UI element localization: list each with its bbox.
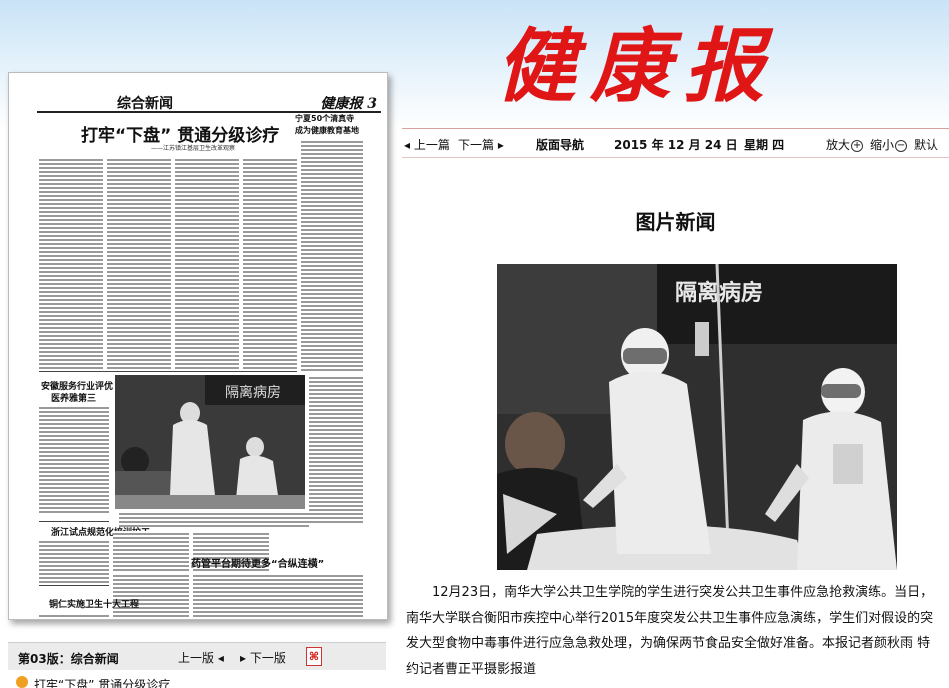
masthead-logo[interactable]: 健康报 (496, 14, 796, 118)
thumb-section-name: 综合新闻 (117, 96, 173, 112)
bullet-icon (16, 676, 28, 688)
thumb-text-block (113, 573, 189, 617)
thumb-text-block (175, 157, 239, 371)
prev-edition-link[interactable]: 上一版 ◂ (178, 649, 224, 666)
thumb-photo-sign: 隔离病房 (225, 384, 281, 401)
thumb-divider (39, 585, 109, 586)
page-nav-link[interactable]: 版面导航 (536, 136, 584, 153)
prev-article-link[interactable]: ◂ 上一篇 (404, 136, 450, 153)
thumb-divider (39, 371, 297, 372)
issue-date: 2015 年 12 月 24 日 (614, 138, 738, 152)
next-article-link[interactable]: 下一篇 ▸ (458, 136, 504, 153)
thumb-text-block (309, 375, 363, 525)
edition-bar: 第03版：综合新闻 上一版 ◂ ▸ 下一版 ⌘ (8, 642, 386, 670)
article-title: 图片新闻 (635, 210, 716, 234)
thumb-text-block (193, 573, 363, 617)
minus-circle-icon: − (895, 139, 908, 152)
thumb-sub-headline: ——江苏镇江基层卫生改革观察 (151, 145, 236, 152)
thumb-headline-ningxia-2[interactable]: 成为健康教育基地 (295, 125, 359, 136)
thumb-text-block (39, 539, 109, 583)
thumb-text-block (113, 531, 189, 571)
thumb-text-block (243, 157, 297, 371)
thumb-text-block (301, 139, 363, 371)
news-photo: 隔离病房 (497, 264, 897, 570)
photo-caption: 12月23日，南华大学公共卫生学院的学生进行突发公共卫生事件应急抢救演练。当日，… (406, 585, 934, 677)
list-item-title: 打牢“下盘” 贯通分级诊疗 (34, 678, 171, 688)
zoom-out-button[interactable]: 缩小 − (870, 136, 908, 153)
thumb-headline-anhui-2[interactable]: 医养雅第三 (51, 391, 96, 404)
thumb-text-block (39, 613, 109, 619)
thumb-headline-ningxia-1[interactable]: 宁夏50个清真寺 (295, 113, 354, 124)
thumb-text-block (39, 405, 109, 515)
page-thumbnail[interactable]: 综合新闻 健康报 3 打牢“下盘” 贯通分级诊疗 ——江苏镇江基层卫生改革观察 … (8, 72, 388, 620)
plus-circle-icon: + (851, 139, 864, 152)
issue-weekday: 星期 四 (744, 138, 785, 152)
pdf-icon[interactable]: ⌘ (306, 647, 322, 666)
thumb-headline-drug[interactable]: 药管平台期待更多“合纵连横” (191, 555, 324, 570)
thumb-divider (39, 521, 109, 522)
thumb-text-block (39, 157, 103, 371)
thumb-text-block (107, 157, 171, 371)
news-photo-drawing: 隔离病房 (497, 264, 897, 570)
edition-label: 第03版：综合新闻 (18, 652, 119, 666)
article-nav-bar: ◂ 上一篇 下一篇 ▸ 版面导航 2015 年 12 月 24 日 星期 四 放… (402, 128, 949, 158)
zoom-default-button[interactable]: 默认 (914, 136, 938, 153)
thumb-headline-tongren[interactable]: 铜仁实施卫生十大工程 (49, 597, 139, 610)
thumb-paper-name: 健康报 3 (320, 96, 377, 112)
thumb-news-photo[interactable]: 隔离病房 (115, 375, 305, 509)
list-item[interactable]: 打牢“下盘” 贯通分级诊疗 (8, 676, 386, 688)
zoom-in-button[interactable]: 放大 + (826, 136, 864, 153)
thumb-photo-drawing: 隔离病房 (115, 375, 305, 509)
next-edition-link[interactable]: ▸ 下一版 (240, 649, 286, 666)
